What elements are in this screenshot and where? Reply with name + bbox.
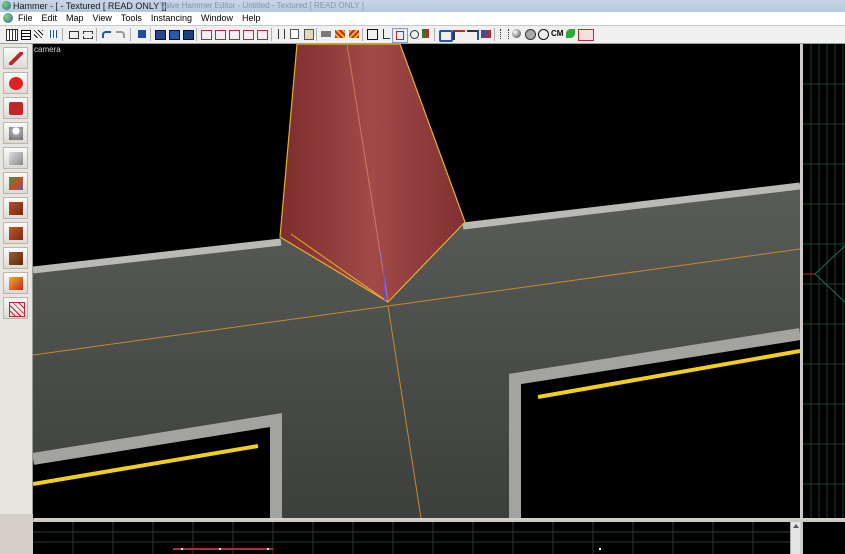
menu-instancing[interactable]: Instancing	[151, 12, 197, 25]
bottom-right-2d-view[interactable]	[801, 520, 845, 554]
toolbar-separator	[362, 28, 363, 41]
bottom-grid	[33, 522, 800, 554]
toolbar-separator	[271, 28, 272, 41]
select-cursor-icon[interactable]	[380, 28, 392, 40]
menu-window[interactable]: Window	[201, 12, 238, 25]
menu-help[interactable]: Help	[242, 12, 266, 25]
texture-scale-lock-icon[interactable]	[182, 28, 194, 40]
hide-icon[interactable]	[154, 28, 166, 40]
hammer-logo-icon	[2, 1, 11, 10]
main-toolbar: CM	[0, 26, 845, 44]
entity-tool-icon	[9, 127, 23, 140]
window-title: Hammer - [ - Textured [ READ ONLY ]]	[13, 1, 167, 11]
menu-edit[interactable]: Edit	[42, 12, 63, 25]
bottom-2d-view[interactable]	[33, 520, 800, 554]
menu-file[interactable]: File	[18, 12, 38, 25]
window-title-ghost: Valve Hammer Editor - Untitled - Texture…	[160, 1, 364, 10]
grid-increase-icon[interactable]	[47, 28, 59, 40]
scene-render	[33, 44, 800, 518]
leaf-icon[interactable]	[565, 28, 577, 40]
texture-browser-icon[interactable]	[320, 28, 332, 40]
selection-tool-button[interactable]	[3, 47, 28, 69]
no-draw-icon[interactable]	[578, 28, 594, 41]
entity-gizmo-icon[interactable]	[408, 28, 420, 40]
menu-bar: File Edit Map View Tools Instancing Wind…	[0, 12, 845, 26]
left-bottom-panel	[0, 514, 34, 552]
menu-view[interactable]: View	[93, 12, 117, 25]
replace-textures-icon[interactable]	[334, 28, 346, 40]
clip-tool-button[interactable]	[3, 272, 28, 294]
red-box-5-icon[interactable]	[256, 28, 268, 40]
overlay-tool-button[interactable]	[3, 247, 28, 269]
decal-tool-button[interactable]	[3, 222, 28, 244]
red-box-icon[interactable]	[200, 28, 212, 40]
flag-icon[interactable]	[420, 28, 432, 40]
selection-box-icon[interactable]	[366, 28, 378, 40]
viewport-label: camera	[34, 45, 61, 54]
selection-tool-icon	[9, 52, 23, 65]
decal-tool-icon	[9, 227, 23, 240]
vertex-tool-button[interactable]	[3, 297, 28, 319]
scroll-up-arrow-icon[interactable]	[793, 524, 799, 528]
block-tool-button[interactable]	[3, 147, 28, 169]
toolbar-separator	[62, 28, 63, 41]
run-map-icon[interactable]	[480, 28, 492, 40]
toolbar-separator	[434, 28, 435, 41]
copy-icon[interactable]	[289, 28, 301, 40]
map-properties-icon[interactable]	[466, 28, 479, 40]
check-problems-icon[interactable]	[452, 28, 465, 40]
texture-lock-icon[interactable]	[168, 28, 180, 40]
toolbar-separator	[196, 28, 197, 41]
apply-texture-icon	[9, 202, 23, 215]
camera-tool-button[interactable]	[3, 97, 28, 119]
snap-icon[interactable]	[498, 28, 510, 40]
toolbar-separator	[96, 28, 97, 41]
camera-viewport[interactable]: camera	[33, 44, 800, 518]
magnify-tool-icon	[9, 77, 23, 90]
selection-mode-button[interactable]	[392, 28, 408, 43]
grid-icon[interactable]	[5, 28, 18, 41]
globe-icon[interactable]	[524, 28, 536, 40]
ungroup-icon[interactable]	[81, 28, 93, 40]
red-box-4-icon[interactable]	[242, 28, 254, 40]
bottom-scrollbar[interactable]	[790, 522, 800, 554]
transform-icon[interactable]	[348, 28, 360, 40]
camera-tool-icon	[9, 102, 23, 115]
toolbar-separator	[316, 28, 317, 41]
red-box-3-icon[interactable]	[228, 28, 240, 40]
entity-tool-button[interactable]	[3, 122, 28, 144]
redo-icon[interactable]	[114, 28, 126, 40]
entity-report-icon[interactable]	[438, 28, 453, 42]
3d-grid-icon[interactable]	[33, 28, 45, 40]
vertex-tool-icon	[9, 302, 25, 317]
red-box-2-icon[interactable]	[214, 28, 226, 40]
toolbar-separator	[130, 28, 131, 41]
toolbar-separator	[494, 28, 495, 41]
block-tool-icon	[9, 152, 23, 165]
menu-map[interactable]: Map	[66, 12, 89, 25]
overlay-tool-icon	[9, 252, 23, 265]
cut-icon[interactable]	[275, 28, 287, 40]
right-2d-view[interactable]	[801, 44, 845, 518]
grid-toggle-icon[interactable]	[19, 28, 31, 40]
texture-tool-button[interactable]	[3, 172, 28, 194]
group-icon[interactable]	[67, 28, 79, 40]
toolbar-separator	[150, 28, 151, 41]
wireframe-icon[interactable]	[537, 28, 549, 40]
cm-button[interactable]: CM	[551, 29, 563, 39]
magnify-tool-button[interactable]	[3, 72, 28, 94]
app-icon[interactable]	[3, 13, 13, 23]
paste-icon[interactable]	[303, 28, 315, 40]
menu-tools[interactable]: Tools	[121, 12, 147, 25]
clip-tool-icon	[9, 277, 23, 290]
tools-palette	[0, 44, 33, 514]
sphere-icon[interactable]	[511, 28, 523, 40]
undo-icon[interactable]	[100, 28, 112, 40]
carve-icon[interactable]	[136, 28, 148, 40]
texture-tool-icon	[9, 177, 23, 190]
apply-texture-button[interactable]	[3, 197, 28, 219]
right-grid	[803, 44, 845, 518]
